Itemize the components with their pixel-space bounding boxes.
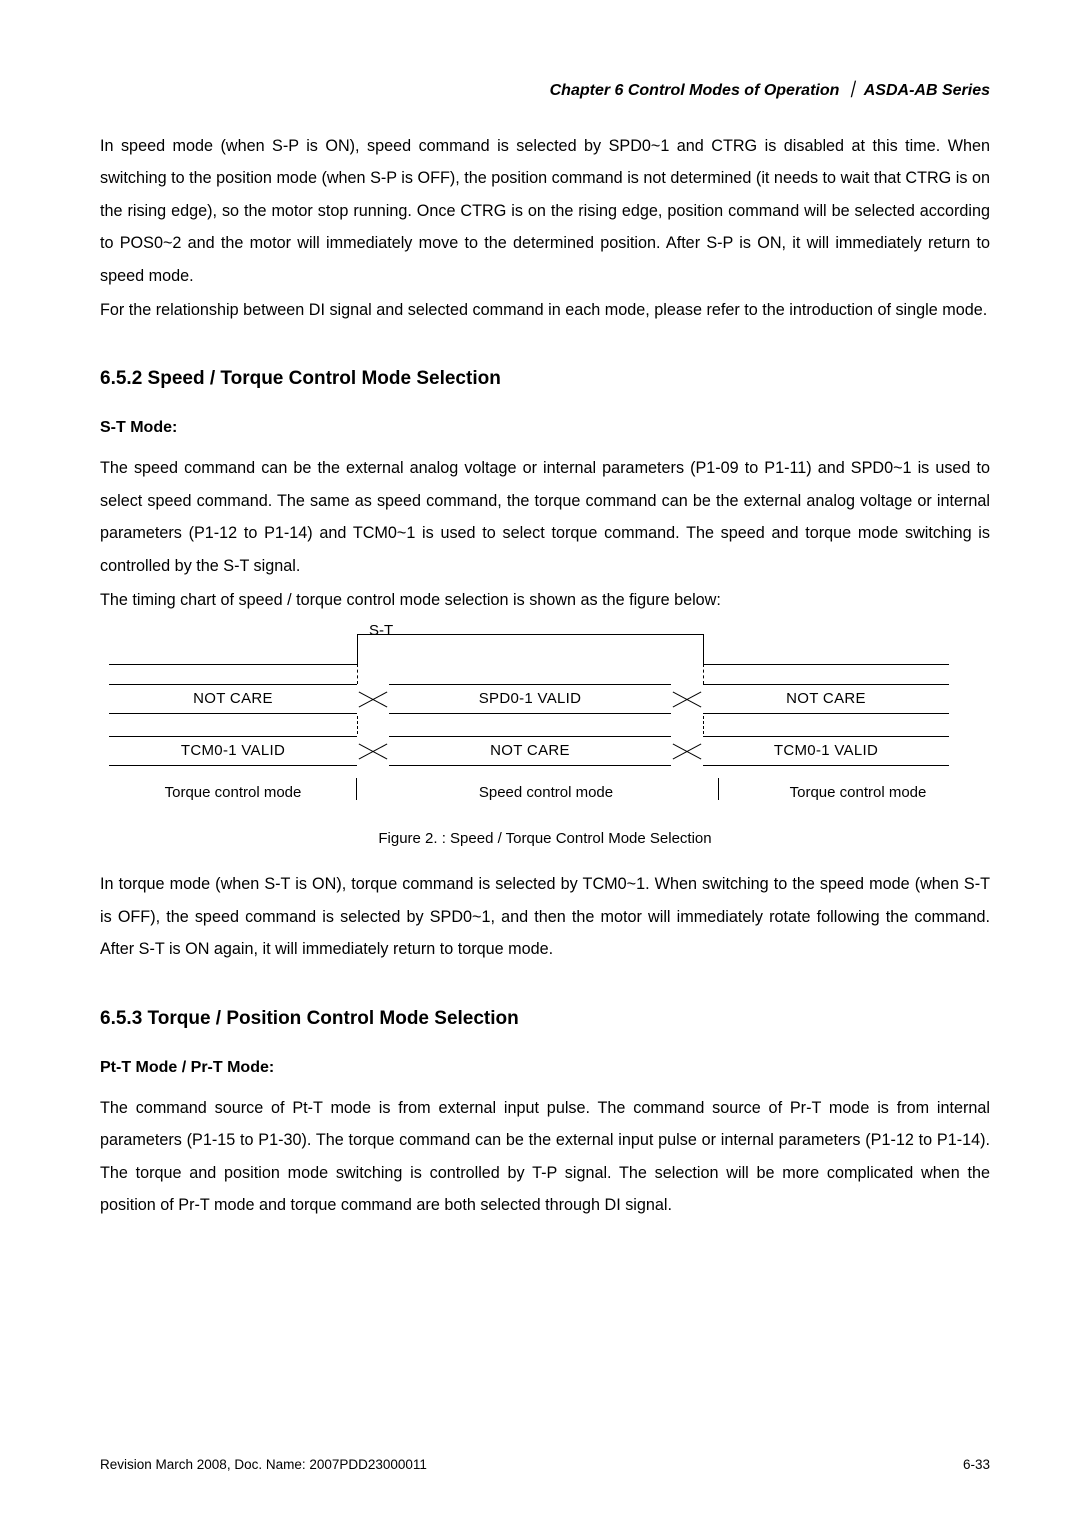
section-heading-653: 6.5.3 Torque / Position Control Mode Sel… xyxy=(100,1000,990,1038)
section-heading-652: 6.5.2 Speed / Torque Control Mode Select… xyxy=(100,360,990,398)
timing-r3-right: Torque control mode xyxy=(790,784,927,801)
timing-cross-icon xyxy=(671,684,703,714)
paragraph: The command source of Pt-T mode is from … xyxy=(100,1092,990,1222)
subheading-st-mode: S-T Mode: xyxy=(100,412,990,444)
timing-r1-right: NOT CARE xyxy=(703,684,949,714)
figure-caption: Figure 2. : Speed / Torque Control Mode … xyxy=(100,824,990,854)
paragraph: In torque mode (when S-T is ON), torque … xyxy=(100,868,990,965)
paragraph: The timing chart of speed / torque contr… xyxy=(100,584,990,616)
page-header: Chapter 6 Control Modes of Operation ｜ A… xyxy=(100,76,990,100)
timing-r2-mid: NOT CARE xyxy=(389,736,671,766)
paragraph: The speed command can be the external an… xyxy=(100,452,990,582)
paragraph: For the relationship between DI signal a… xyxy=(100,294,990,326)
footer-revision: Revision March 2008, Doc. Name: 2007PDD2… xyxy=(100,1457,427,1472)
timing-r1-mid: SPD0-1 VALID xyxy=(389,684,671,714)
subheading-pt-pr-mode: Pt-T Mode / Pr-T Mode: xyxy=(100,1052,990,1084)
paragraph: In speed mode (when S-P is ON), speed co… xyxy=(100,130,990,292)
timing-r2-right: TCM0-1 VALID xyxy=(703,736,949,766)
timing-r3-left: Torque control mode xyxy=(165,784,302,801)
timing-r3-mid: Speed control mode xyxy=(479,784,613,801)
timing-cross-icon xyxy=(357,684,389,714)
timing-cross-icon xyxy=(671,736,703,766)
header-separator: ｜ xyxy=(844,82,860,99)
footer-page-number: 6-33 xyxy=(963,1457,990,1472)
chapter-label: Chapter 6 Control Modes of Operation xyxy=(550,82,840,99)
timing-cross-icon xyxy=(357,736,389,766)
timing-label-st: S-T xyxy=(369,616,393,646)
series-label: ASDA-AB Series xyxy=(864,82,990,99)
timing-diagram: S-T NOT CARE SPD0-1 VALID NOT CARE xyxy=(100,624,990,808)
timing-r1-left: NOT CARE xyxy=(109,684,357,714)
page-footer: Revision March 2008, Doc. Name: 2007PDD2… xyxy=(100,1457,990,1472)
timing-r2-left: TCM0-1 VALID xyxy=(109,736,357,766)
